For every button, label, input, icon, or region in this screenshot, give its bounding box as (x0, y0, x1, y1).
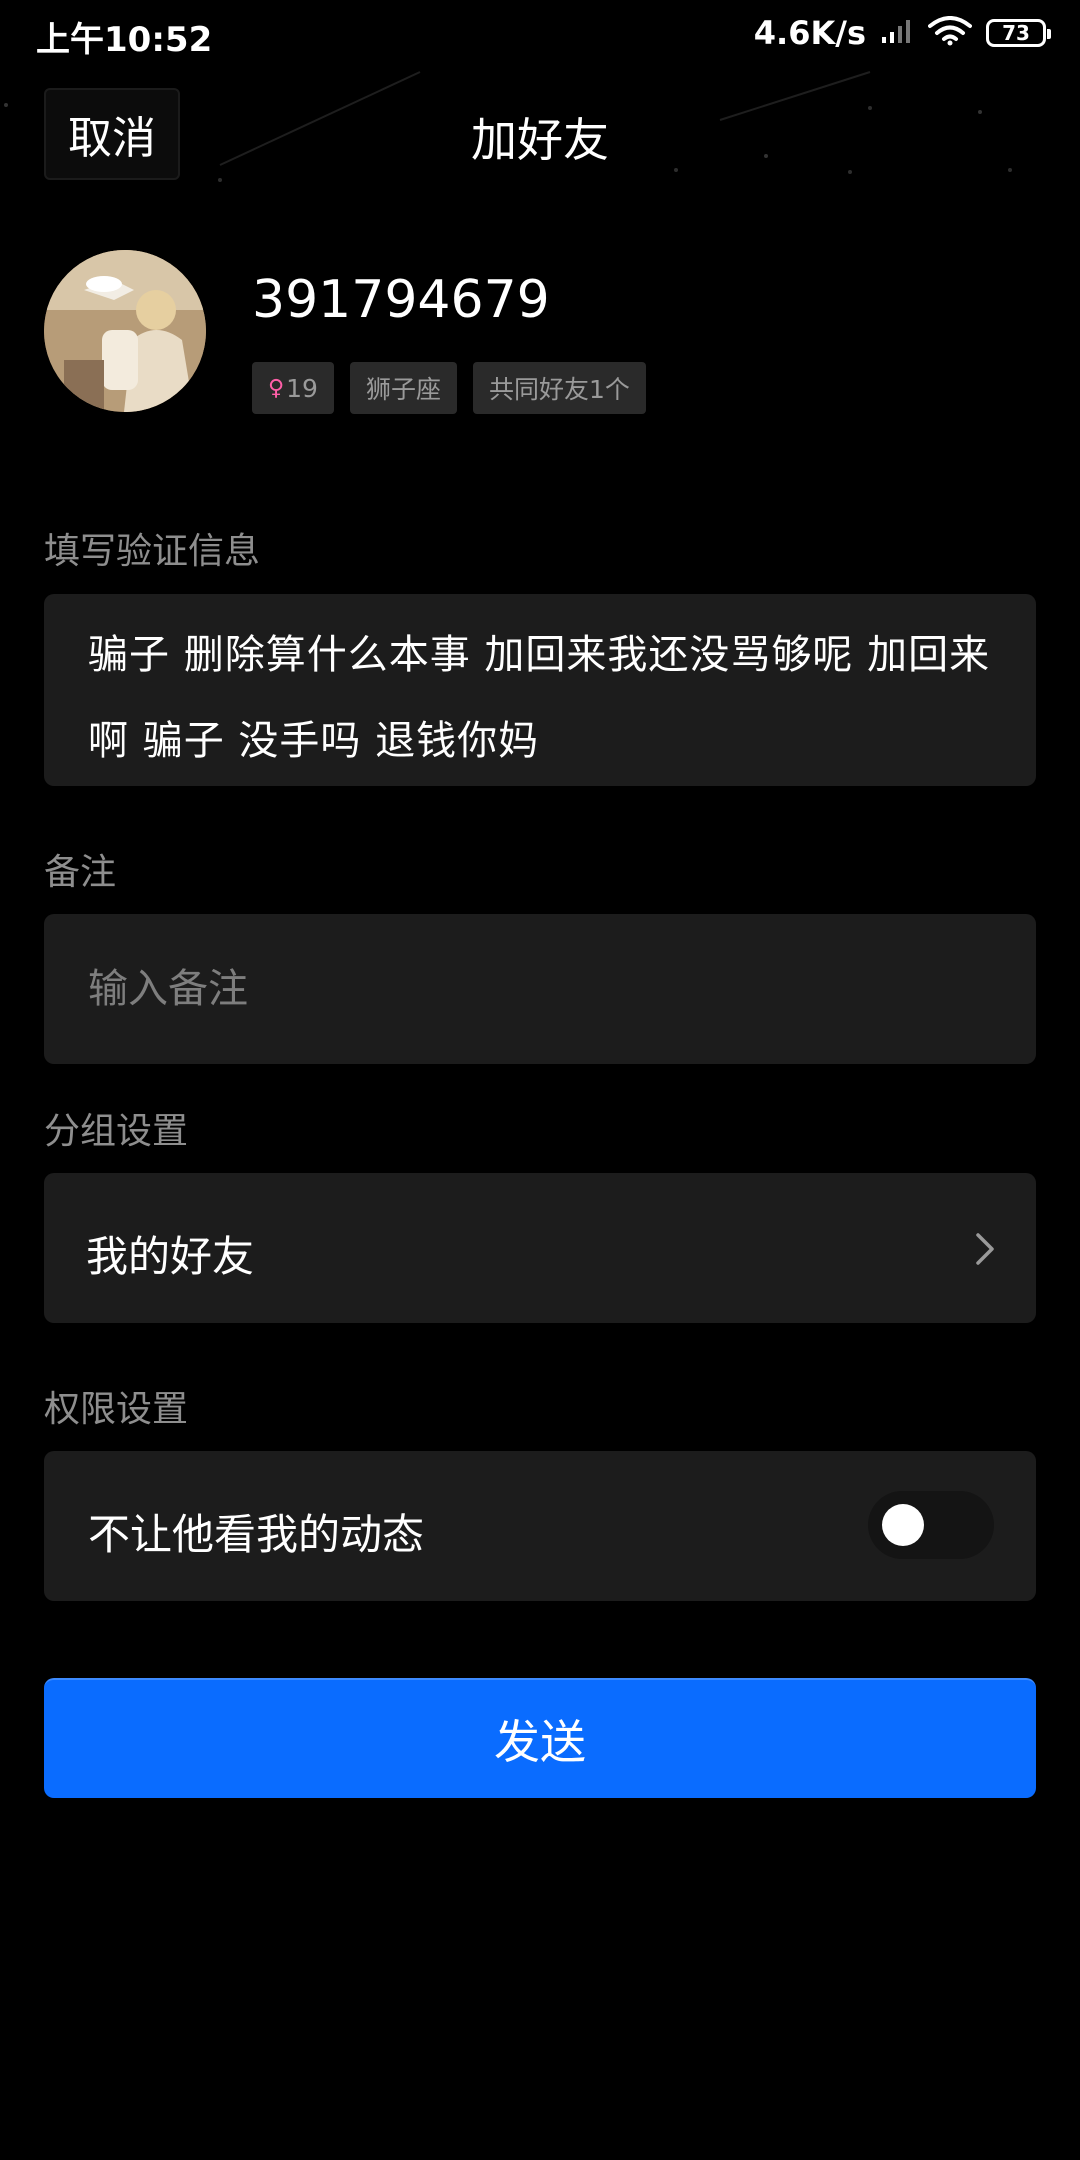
send-button[interactable]: 发送 (44, 1678, 1036, 1798)
chevron-right-icon (974, 1231, 996, 1271)
status-icons: 4.6K/s 73 (753, 14, 1051, 52)
permission-section-label: 权限设置 (44, 1389, 189, 1430)
status-bar: 上午10:52 4.6K/s 73 (0, 0, 1080, 68)
wifi-icon (928, 16, 972, 50)
profile-tags: ♀ 19 狮子座 共同好友1个 (252, 362, 646, 414)
signal-icon (880, 17, 914, 49)
remark-input[interactable] (88, 914, 988, 1064)
verify-section-label: 填写验证信息 (44, 531, 261, 572)
battery-level: 73 (1002, 21, 1030, 45)
age-tag: ♀ 19 (252, 362, 334, 414)
permission-row: 不让他看我的动态 (44, 1451, 1036, 1601)
hide-moments-label: 不让他看我的动态 (88, 1510, 425, 1559)
status-time: 上午10:52 (36, 20, 213, 60)
verify-message-field[interactable]: 骗子 删除算什么本事 加回来我还没骂够呢 加回来啊 骗子 没手吗 退钱你妈 (44, 594, 1036, 786)
age-value: 19 (286, 373, 318, 403)
zodiac-tag: 狮子座 (349, 362, 457, 414)
hide-moments-toggle[interactable] (868, 1491, 994, 1559)
group-selector[interactable]: 我的好友 (44, 1173, 1036, 1323)
profile-header: 391794679 ♀ 19 狮子座 共同好友1个 (44, 250, 1044, 415)
group-value: 我的好友 (86, 1232, 255, 1281)
nav-bar: 取消 加好友 (0, 80, 1080, 190)
user-id: 391794679 (252, 270, 550, 330)
battery-icon: 73 (986, 19, 1051, 47)
mutual-friends-tag: 共同好友1个 (472, 362, 646, 414)
remark-field-container (44, 914, 1036, 1064)
remark-section-label: 备注 (44, 852, 117, 893)
toggle-knob (882, 1504, 924, 1546)
group-section-label: 分组设置 (44, 1111, 189, 1152)
page-title: 加好友 (471, 113, 609, 167)
network-speed: 4.6K/s (753, 14, 866, 52)
female-icon: ♀ (268, 375, 285, 401)
avatar[interactable] (44, 250, 206, 412)
verify-message-text: 骗子 删除算什么本事 加回来我还没骂够呢 加回来啊 骗子 没手吗 退钱你妈 (88, 632, 991, 764)
